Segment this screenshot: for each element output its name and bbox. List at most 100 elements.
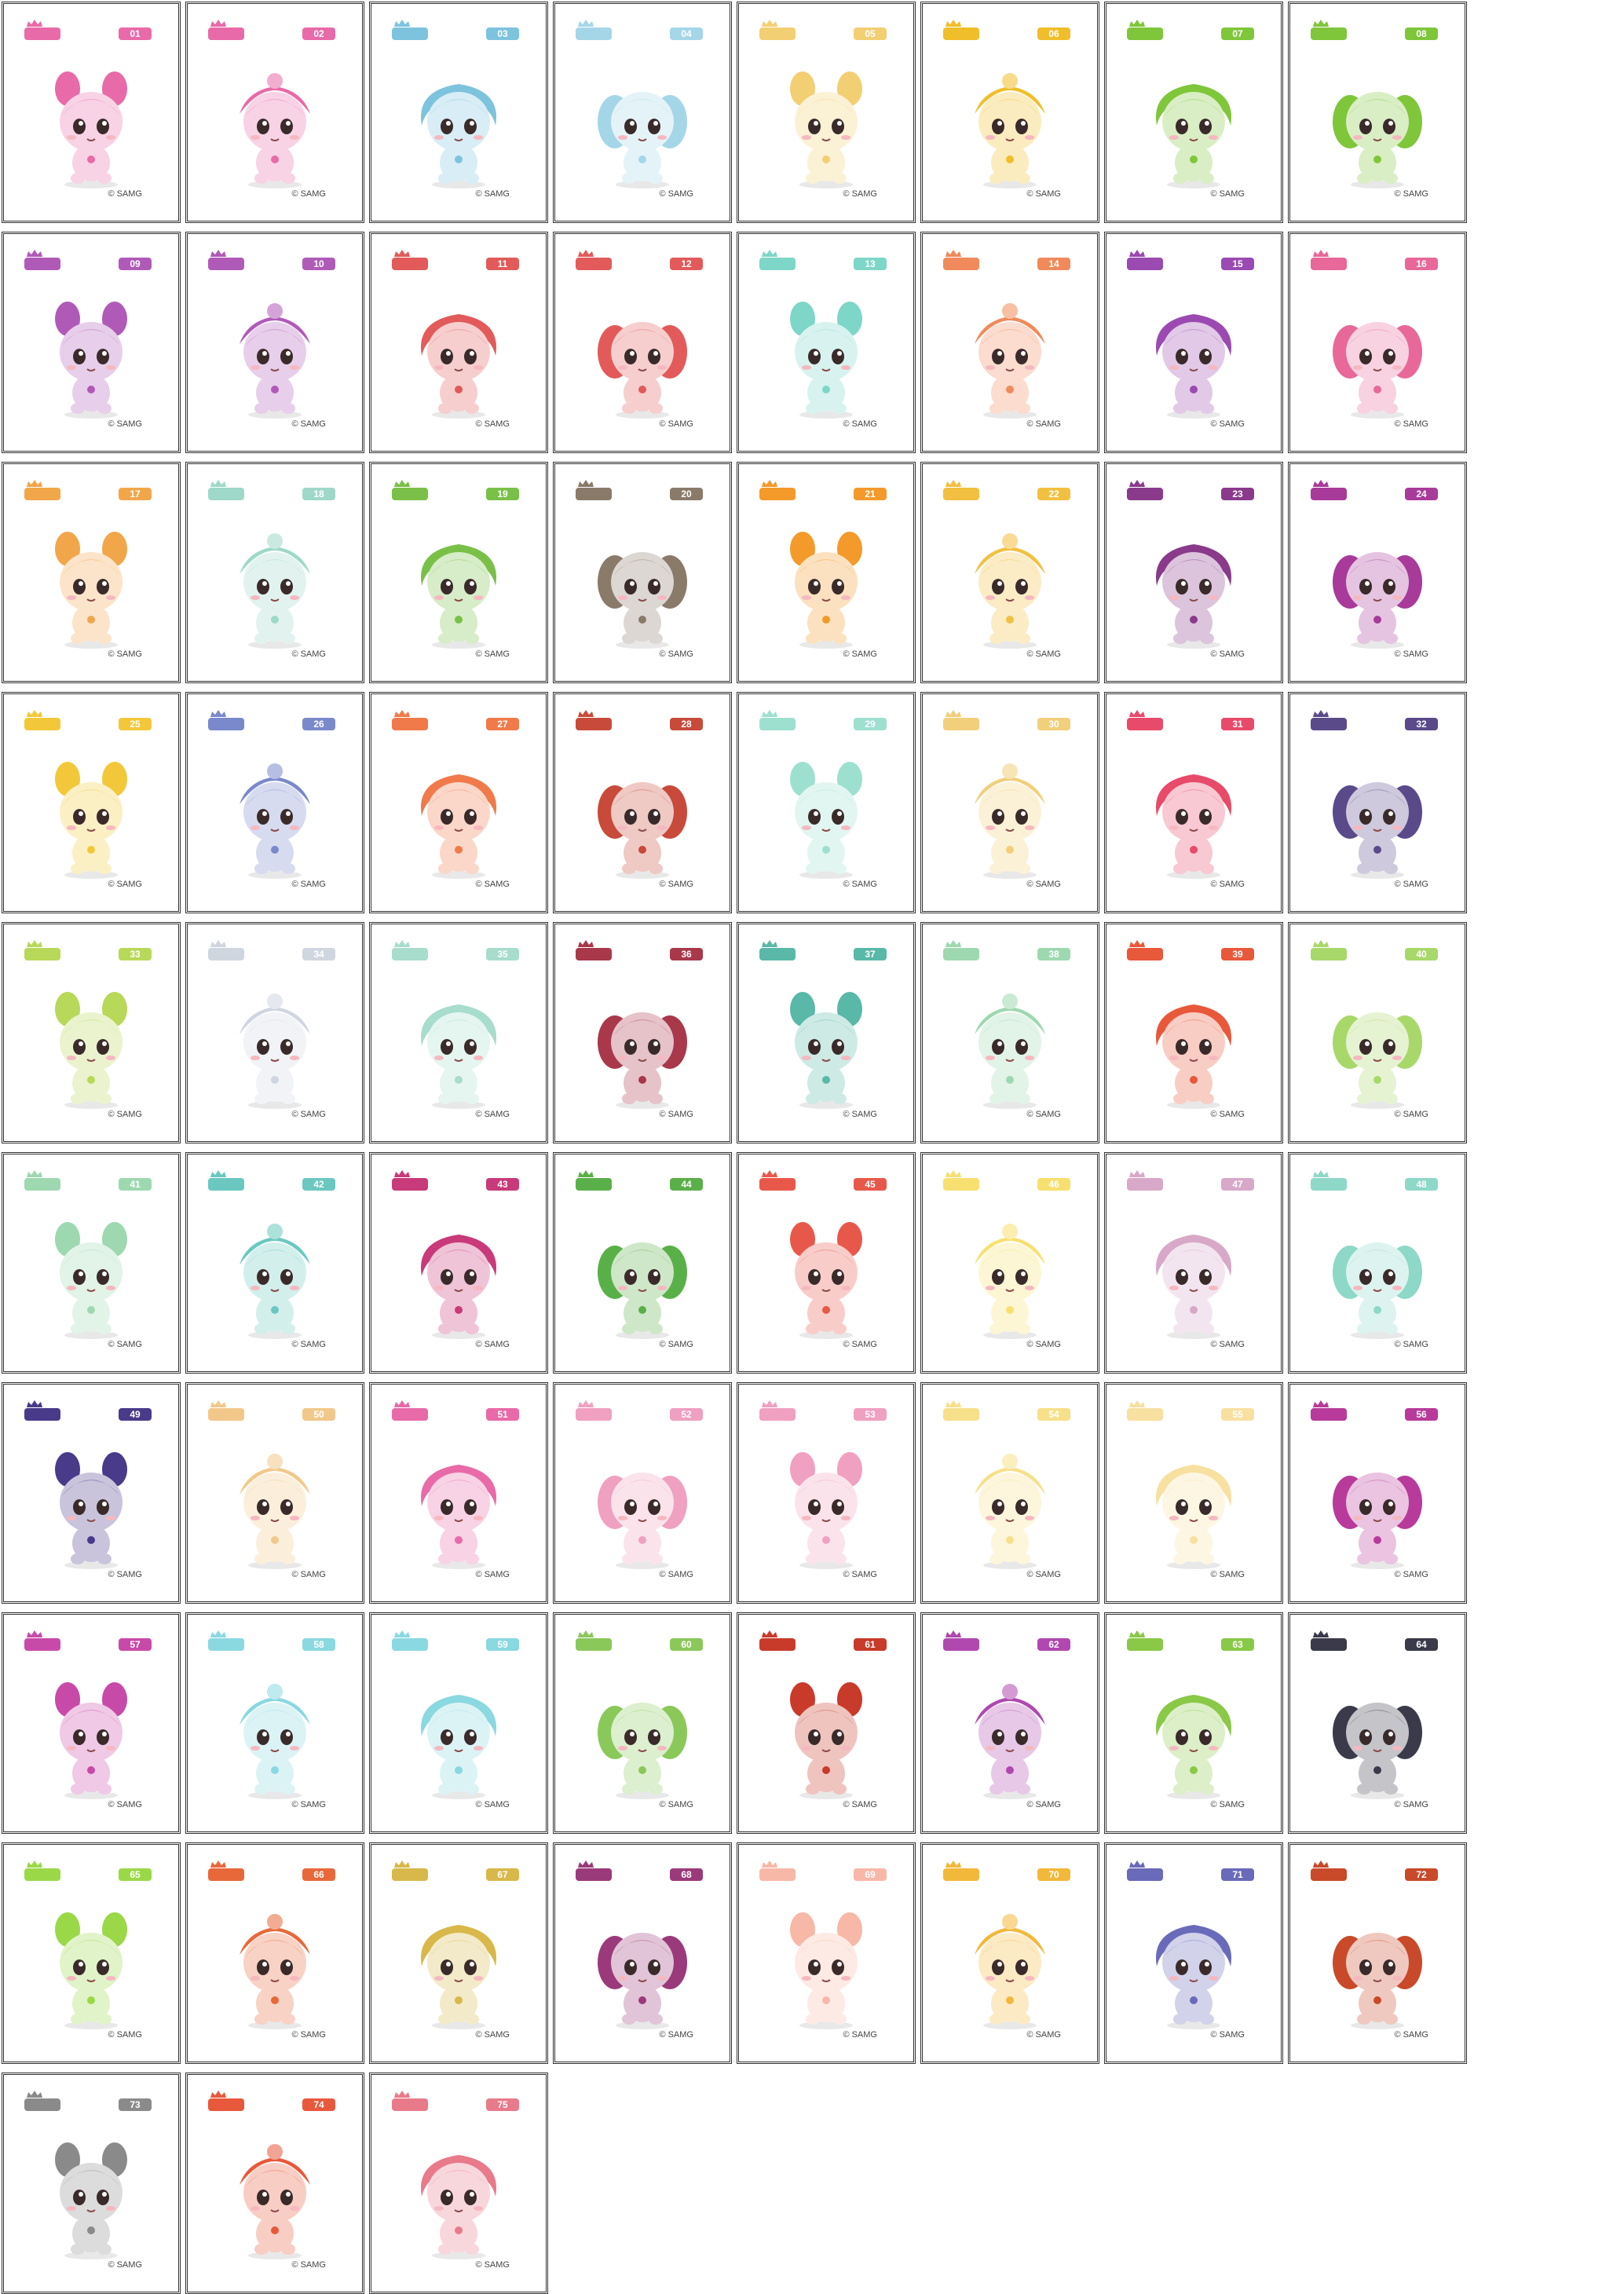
character-card[interactable]: 68 © SAMG (553, 1842, 732, 2064)
character-card[interactable]: 07 © SAMG (1104, 2, 1283, 223)
character-card[interactable]: 53 © SAMG (737, 1382, 916, 1604)
character-card[interactable]: 47 © SAMG (1104, 1152, 1283, 1374)
character-card[interactable]: 40 © SAMG (1288, 922, 1467, 1143)
character-card[interactable]: 25 © SAMG (2, 692, 181, 913)
character-card[interactable]: 29 © SAMG (737, 692, 916, 913)
character-card[interactable]: 02 © SAMG (185, 2, 364, 223)
character-figure (1155, 544, 1232, 649)
character-card[interactable]: 59 © SAMG (369, 1612, 548, 1834)
card-number-badge: 57 (119, 1638, 152, 1651)
character-card[interactable]: 64 © SAMG (1288, 1612, 1467, 1834)
character-card[interactable]: 24 © SAMG (1288, 462, 1467, 683)
character-name-label (208, 258, 244, 270)
character-card[interactable]: 46 © SAMG (920, 1152, 1099, 1374)
copyright-text: © SAMG (843, 880, 877, 889)
character-card[interactable]: 63 © SAMG (1104, 1612, 1283, 1834)
crown-icon (210, 1860, 226, 1868)
character-card[interactable]: 57 © SAMG (2, 1612, 181, 1834)
character-card[interactable]: 23 © SAMG (1104, 462, 1283, 683)
card-number-badge: 36 (670, 948, 703, 960)
character-card[interactable]: 71 © SAMG (1104, 1842, 1283, 2064)
card-number-badge: 43 (486, 1178, 519, 1191)
character-card[interactable]: 05 © SAMG (737, 2, 916, 223)
character-card[interactable]: 67 © SAMG (369, 1842, 548, 2064)
character-figure (598, 1242, 687, 1340)
character-card[interactable]: 52 © SAMG (553, 1382, 732, 1604)
character-figure (240, 533, 310, 649)
crown-icon (762, 1400, 777, 1407)
character-card[interactable]: 17 © SAMG (2, 462, 181, 683)
character-card[interactable]: 20 © SAMG (553, 462, 732, 683)
character-card[interactable]: 66 © SAMG (185, 1842, 364, 2064)
character-card[interactable]: 55 © SAMG (1104, 1382, 1283, 1604)
crown-icon (762, 1170, 777, 1177)
character-card[interactable]: 31 © SAMG (1104, 692, 1283, 913)
character-card[interactable]: 32 © SAMG (1288, 692, 1467, 913)
character-card[interactable]: 62 © SAMG (920, 1612, 1099, 1834)
character-card[interactable]: 69 © SAMG (737, 1842, 916, 2064)
copyright-text: © SAMG (108, 189, 142, 199)
character-card[interactable]: 36 © SAMG (553, 922, 732, 1143)
character-card[interactable]: 15 © SAMG (1104, 232, 1283, 453)
character-card[interactable]: 45 © SAMG (737, 1152, 916, 1374)
character-card[interactable]: 28 © SAMG (553, 692, 732, 913)
card-number-badge: 27 (486, 718, 519, 730)
character-card[interactable]: 01 © SAMG (2, 2, 181, 223)
character-card[interactable]: 75 © SAMG (369, 2073, 548, 2294)
character-figure (975, 533, 1045, 649)
character-card[interactable]: 26 © SAMG (185, 692, 364, 913)
character-card[interactable]: 50 © SAMG (185, 1382, 364, 1604)
crown-icon (27, 1400, 42, 1407)
character-card[interactable]: 44 © SAMG (553, 1152, 732, 1374)
character-card[interactable]: 42 © SAMG (185, 1152, 364, 1374)
character-figure (420, 1235, 497, 1340)
character-card[interactable]: 73 © SAMG (2, 2073, 181, 2294)
character-figure (55, 1222, 127, 1340)
character-card[interactable]: 48 © SAMG (1288, 1152, 1467, 1374)
character-name-label (392, 1638, 428, 1651)
character-card[interactable]: 61 © SAMG (737, 1612, 916, 1834)
character-card[interactable]: 58 © SAMG (185, 1612, 364, 1834)
character-card[interactable]: 74 © SAMG (185, 2073, 364, 2294)
character-card[interactable]: 21 © SAMG (737, 462, 916, 683)
character-card[interactable]: 09 © SAMG (2, 232, 181, 453)
character-card[interactable]: 30 © SAMG (920, 692, 1099, 913)
character-card[interactable]: 34 © SAMG (185, 922, 364, 1143)
character-card[interactable]: 18 © SAMG (185, 462, 364, 683)
crown-icon (578, 1170, 594, 1177)
character-card[interactable]: 33 © SAMG (2, 922, 181, 1143)
character-card[interactable]: 08 © SAMG (1288, 2, 1467, 223)
character-card[interactable]: 03 © SAMG (369, 2, 548, 223)
character-card[interactable]: 04 © SAMG (553, 2, 732, 223)
crown-icon (394, 480, 410, 487)
character-card[interactable]: 19 © SAMG (369, 462, 548, 683)
character-card[interactable]: 06 © SAMG (920, 2, 1099, 223)
character-name-label (1127, 1408, 1163, 1421)
character-card[interactable]: 16 © SAMG (1288, 232, 1467, 453)
character-card[interactable]: 65 © SAMG (2, 1842, 181, 2064)
character-card[interactable]: 12 © SAMG (553, 232, 732, 453)
character-card[interactable]: 35 © SAMG (369, 922, 548, 1143)
character-card[interactable]: 49 © SAMG (2, 1382, 181, 1604)
character-card[interactable]: 56 © SAMG (1288, 1382, 1467, 1604)
character-card[interactable]: 14 © SAMG (920, 232, 1099, 453)
character-card[interactable]: 72 © SAMG (1288, 1842, 1467, 2064)
character-card[interactable]: 60 © SAMG (553, 1612, 732, 1834)
character-card[interactable]: 43 © SAMG (369, 1152, 548, 1374)
card-number-badge: 25 (119, 718, 152, 730)
character-card[interactable]: 10 © SAMG (185, 232, 364, 453)
character-card[interactable]: 70 © SAMG (920, 1842, 1099, 2064)
character-card[interactable]: 22 © SAMG (920, 462, 1099, 683)
character-card[interactable]: 41 © SAMG (2, 1152, 181, 1374)
character-card[interactable]: 37 © SAMG (737, 922, 916, 1143)
crown-icon (394, 2091, 410, 2098)
character-card[interactable]: 54 © SAMG (920, 1382, 1099, 1604)
character-card[interactable]: 51 © SAMG (369, 1382, 548, 1604)
character-card[interactable]: 39 © SAMG (1104, 922, 1283, 1143)
character-name-label (24, 948, 60, 960)
character-card[interactable]: 27 © SAMG (369, 692, 548, 913)
character-card[interactable]: 11 © SAMG (369, 232, 548, 453)
character-figure (1333, 1242, 1422, 1340)
character-card[interactable]: 13 © SAMG (737, 232, 916, 453)
character-card[interactable]: 38 © SAMG (920, 922, 1099, 1143)
